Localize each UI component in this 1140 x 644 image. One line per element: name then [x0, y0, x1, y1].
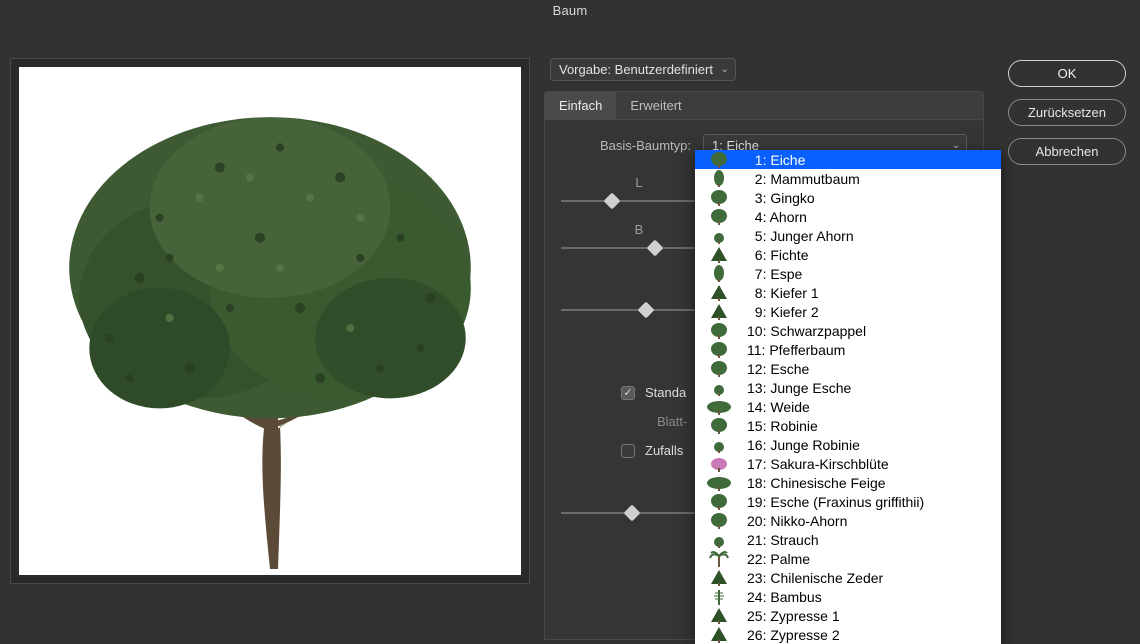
tree-icon	[699, 283, 739, 302]
basetype-options-list[interactable]: 1: Eiche 2: Mammutbaum 3: Gingko 4: Ahor…	[695, 150, 1001, 644]
option-label: 14: Weide	[747, 399, 810, 415]
tree-icon	[699, 568, 739, 587]
tree-icon	[699, 226, 739, 245]
tree-icon	[699, 397, 739, 416]
option-label: 18: Chinesische Feige	[747, 475, 886, 491]
basetype-option[interactable]: 18: Chinesische Feige	[695, 473, 1001, 492]
tree-icon	[699, 169, 739, 188]
basetype-option[interactable]: 20: Nikko-Ahorn	[695, 511, 1001, 530]
basetype-option[interactable]: 4: Ahorn	[695, 207, 1001, 226]
option-label: 8: Kiefer 1	[747, 285, 819, 301]
basetype-option[interactable]: 1: Eiche	[695, 150, 1001, 169]
option-label: 15: Robinie	[747, 418, 818, 434]
basetype-option[interactable]: 25: Zypresse 1	[695, 606, 1001, 625]
option-label: 13: Junge Esche	[747, 380, 851, 396]
basetype-option[interactable]: 3: Gingko	[695, 188, 1001, 207]
basetype-option[interactable]: 17: Sakura-Kirschblüte	[695, 454, 1001, 473]
tree-icon	[699, 150, 739, 169]
option-label: 25: Zypresse 1	[747, 608, 840, 624]
option-label: 26: Zypresse 2	[747, 627, 840, 643]
tree-icon	[699, 435, 739, 454]
basetype-option[interactable]: 12: Esche	[695, 359, 1001, 378]
basetype-option[interactable]: 14: Weide	[695, 397, 1001, 416]
basetype-option[interactable]: 7: Espe	[695, 264, 1001, 283]
tab-advanced[interactable]: Erweitert	[616, 92, 695, 119]
option-label: 6: Fichte	[747, 247, 808, 263]
window-title: Baum	[0, 0, 1140, 22]
basetype-option[interactable]: 13: Junge Esche	[695, 378, 1001, 397]
preview-canvas	[19, 67, 521, 575]
option-label: 1: Eiche	[747, 152, 805, 168]
preview-frame	[10, 58, 530, 584]
tree-preview-image	[19, 67, 521, 575]
tree-icon	[699, 340, 739, 359]
tree-icon	[699, 454, 739, 473]
option-label: 20: Nikko-Ahorn	[747, 513, 847, 529]
basetype-option[interactable]: 22: Palme	[695, 549, 1001, 568]
tree-icon	[699, 511, 739, 530]
option-label: 19: Esche (Fraxinus griffithii)	[747, 494, 924, 510]
chevron-down-icon: ⌄	[721, 63, 729, 74]
tree-icon	[699, 302, 739, 321]
checkbox-zufalls-label: Zufalls	[645, 443, 683, 458]
basetype-option[interactable]: 2: Mammutbaum	[695, 169, 1001, 188]
tree-icon	[699, 378, 739, 397]
option-label: 23: Chilenische Zeder	[747, 570, 883, 586]
tree-icon	[699, 549, 739, 568]
preset-dropdown[interactable]: Vorgabe: Benutzerdefiniert ⌄	[550, 58, 736, 81]
tree-icon	[699, 321, 739, 340]
basetype-option[interactable]: 21: Strauch	[695, 530, 1001, 549]
tree-icon	[699, 188, 739, 207]
tree-icon	[699, 207, 739, 226]
option-label: 21: Strauch	[747, 532, 819, 548]
reset-button[interactable]: Zurücksetzen	[1008, 99, 1126, 126]
option-label: 24: Bambus	[747, 589, 822, 605]
option-label: 17: Sakura-Kirschblüte	[747, 456, 889, 472]
basetype-option[interactable]: 15: Robinie	[695, 416, 1001, 435]
basetype-option[interactable]: 6: Fichte	[695, 245, 1001, 264]
chevron-down-icon: ⌄	[952, 139, 960, 150]
basetype-option[interactable]: 8: Kiefer 1	[695, 283, 1001, 302]
basetype-option[interactable]: 19: Esche (Fraxinus griffithii)	[695, 492, 1001, 511]
basetype-label: Basis-Baumtyp:	[561, 138, 691, 153]
tree-icon	[699, 625, 739, 644]
basetype-option[interactable]: 11: Pfefferbaum	[695, 340, 1001, 359]
basetype-option[interactable]: 16: Junge Robinie	[695, 435, 1001, 454]
basetype-option[interactable]: 24: Bambus	[695, 587, 1001, 606]
option-label: 7: Espe	[747, 266, 802, 282]
tree-icon	[699, 416, 739, 435]
cancel-button[interactable]: Abbrechen	[1008, 138, 1126, 165]
option-label: 12: Esche	[747, 361, 809, 377]
option-label: 22: Palme	[747, 551, 810, 567]
checkbox-standa[interactable]: ✓	[621, 386, 635, 400]
tree-icon	[699, 587, 739, 606]
option-label: 5: Junger Ahorn	[747, 228, 854, 244]
checkbox-standa-label: Standa	[645, 385, 686, 400]
option-label: 3: Gingko	[747, 190, 815, 206]
basetype-option[interactable]: 10: Schwarzpappel	[695, 321, 1001, 340]
option-label: 4: Ahorn	[747, 209, 807, 225]
basetype-option[interactable]: 9: Kiefer 2	[695, 302, 1001, 321]
tree-icon	[699, 530, 739, 549]
partial-label-blatt: Blatt-	[657, 414, 687, 429]
tab-simple[interactable]: Einfach	[545, 92, 616, 119]
option-label: 10: Schwarzpappel	[747, 323, 866, 339]
checkbox-zufalls[interactable]	[621, 444, 635, 458]
option-label: 11: Pfefferbaum	[747, 342, 845, 358]
option-label: 2: Mammutbaum	[747, 171, 860, 187]
basetype-option[interactable]: 5: Junger Ahorn	[695, 226, 1001, 245]
option-label: 16: Junge Robinie	[747, 437, 860, 453]
tree-icon	[699, 245, 739, 264]
tree-icon	[699, 606, 739, 625]
preset-value: Vorgabe: Benutzerdefiniert	[559, 62, 713, 77]
tree-icon	[699, 264, 739, 283]
tree-icon	[699, 473, 739, 492]
basetype-option[interactable]: 26: Zypresse 2	[695, 625, 1001, 644]
tree-icon	[699, 359, 739, 378]
tree-icon	[699, 492, 739, 511]
tabstrip: Einfach Erweitert	[544, 91, 984, 120]
basetype-option[interactable]: 23: Chilenische Zeder	[695, 568, 1001, 587]
ok-button[interactable]: OK	[1008, 60, 1126, 87]
option-label: 9: Kiefer 2	[747, 304, 819, 320]
